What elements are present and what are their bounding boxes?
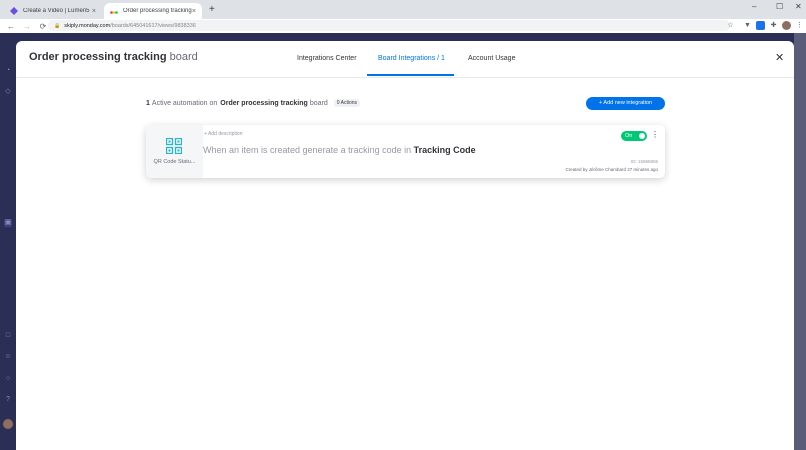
automation-on-toggle[interactable]: On	[621, 131, 647, 141]
tab-account-usage[interactable]: Account Usage	[468, 55, 515, 62]
inbox-icon[interactable]: ◇	[4, 88, 12, 96]
automation-recipe: When an item is created generate a track…	[203, 145, 476, 155]
browser-tab-title: Create a Video | Lumen5	[23, 8, 90, 14]
automation-id: ID: 15965806	[630, 159, 658, 164]
reload-icon[interactable]: ⟳	[38, 22, 48, 31]
toggle-knob	[639, 133, 645, 139]
add-description-link[interactable]: + Add description	[204, 131, 243, 137]
board-background-strip	[794, 33, 806, 450]
toggle-label: On	[625, 133, 633, 139]
modal-divider	[16, 77, 794, 78]
integrations-modal: Order processing tracking board Integrat…	[16, 41, 794, 450]
modal-tabs: Integrations Center Board Integrations /…	[16, 51, 794, 77]
tab-close-icon[interactable]: ×	[92, 8, 96, 15]
active-tab-underline	[367, 74, 454, 76]
lumen5-favicon-icon	[10, 7, 18, 15]
actions-badge: 0 Actions	[333, 99, 361, 107]
created-by-info: Created by Jérôme Chambard 27 minutes ag…	[565, 167, 658, 172]
search-icon[interactable]: ○	[4, 375, 12, 383]
extension-filter-icon[interactable]: ▼	[743, 21, 752, 30]
notifications-bell-icon[interactable]: ◔	[4, 67, 12, 75]
qr-code-icon	[166, 138, 182, 154]
maximize-button[interactable]: ☐	[776, 2, 783, 11]
minimize-button[interactable]: –	[752, 2, 756, 11]
help-icon[interactable]: ?	[4, 396, 12, 404]
address-bar[interactable]: 🔒 skiply.monday.com/boards/645041617/vie…	[48, 20, 730, 31]
tab-board-integrations[interactable]: Board Integrations / 1	[378, 55, 445, 62]
window-close-button[interactable]: ✕	[795, 2, 802, 11]
summary-text-1: Active automation on	[151, 99, 218, 107]
bookmark-star-icon[interactable]: ☆	[726, 21, 735, 30]
browser-tab-order-processing[interactable]: Order processing tracking ×	[104, 3, 202, 19]
extensions-puzzle-icon[interactable]: ✚	[769, 21, 778, 30]
calendar-icon[interactable]: □	[4, 332, 12, 340]
people-icon[interactable]: ☺	[4, 353, 12, 361]
recipe-column: Tracking Code	[413, 145, 476, 155]
add-new-integration-button[interactable]: + Add new integration	[586, 97, 665, 110]
browser-tab-lumen5[interactable]: Create a Video | Lumen5 ×	[4, 3, 102, 19]
summary-board-name: Order processing tracking	[220, 99, 308, 107]
modal-close-icon[interactable]: ✕	[775, 51, 784, 64]
monday-left-nav: ◔ ◇ ▣ □ ☺ ○ ?	[0, 33, 16, 450]
user-avatar[interactable]	[3, 419, 13, 429]
new-tab-button[interactable]: +	[209, 4, 215, 15]
automation-summary: 1 Active automation on Order processing …	[146, 99, 361, 107]
profile-avatar-icon[interactable]	[782, 21, 791, 30]
url-host: skiply.monday.com	[64, 22, 111, 29]
integration-name: QR Code Statu...	[153, 159, 196, 165]
browser-menu-icon[interactable]: ⋮	[795, 21, 804, 30]
page-viewport: ◔ ◇ ▣ □ ☺ ○ ? Order processing tracking …	[0, 33, 806, 450]
tab-integrations-center[interactable]: Integrations Center	[297, 55, 357, 62]
tab-close-icon[interactable]: ×	[192, 8, 196, 15]
workspace-icon[interactable]: ▣	[4, 219, 12, 227]
monday-favicon-icon	[110, 11, 118, 14]
browser-tab-bar: Create a Video | Lumen5 × Order processi…	[0, 0, 806, 19]
url-path: /boards/645041617/views/9838336	[110, 22, 196, 29]
extension-icon[interactable]	[756, 21, 765, 30]
integration-icon-box: QR Code Statu...	[146, 125, 203, 178]
summary-text-2: board	[309, 99, 328, 107]
forward-arrow-icon[interactable]: →	[22, 22, 32, 31]
recipe-text: When an item is created generate a track…	[203, 145, 412, 155]
automation-count: 1	[146, 99, 150, 107]
browser-toolbar: ← → ⟳ 🔒 skiply.monday.com/boards/6450416…	[0, 19, 806, 33]
back-arrow-icon[interactable]: ←	[6, 22, 16, 31]
automation-card[interactable]: QR Code Statu... + Add description When …	[146, 125, 665, 178]
card-menu-icon[interactable]: ⋮	[651, 130, 659, 139]
lock-icon: 🔒	[54, 22, 61, 29]
browser-tab-title: Order processing tracking	[123, 8, 192, 14]
